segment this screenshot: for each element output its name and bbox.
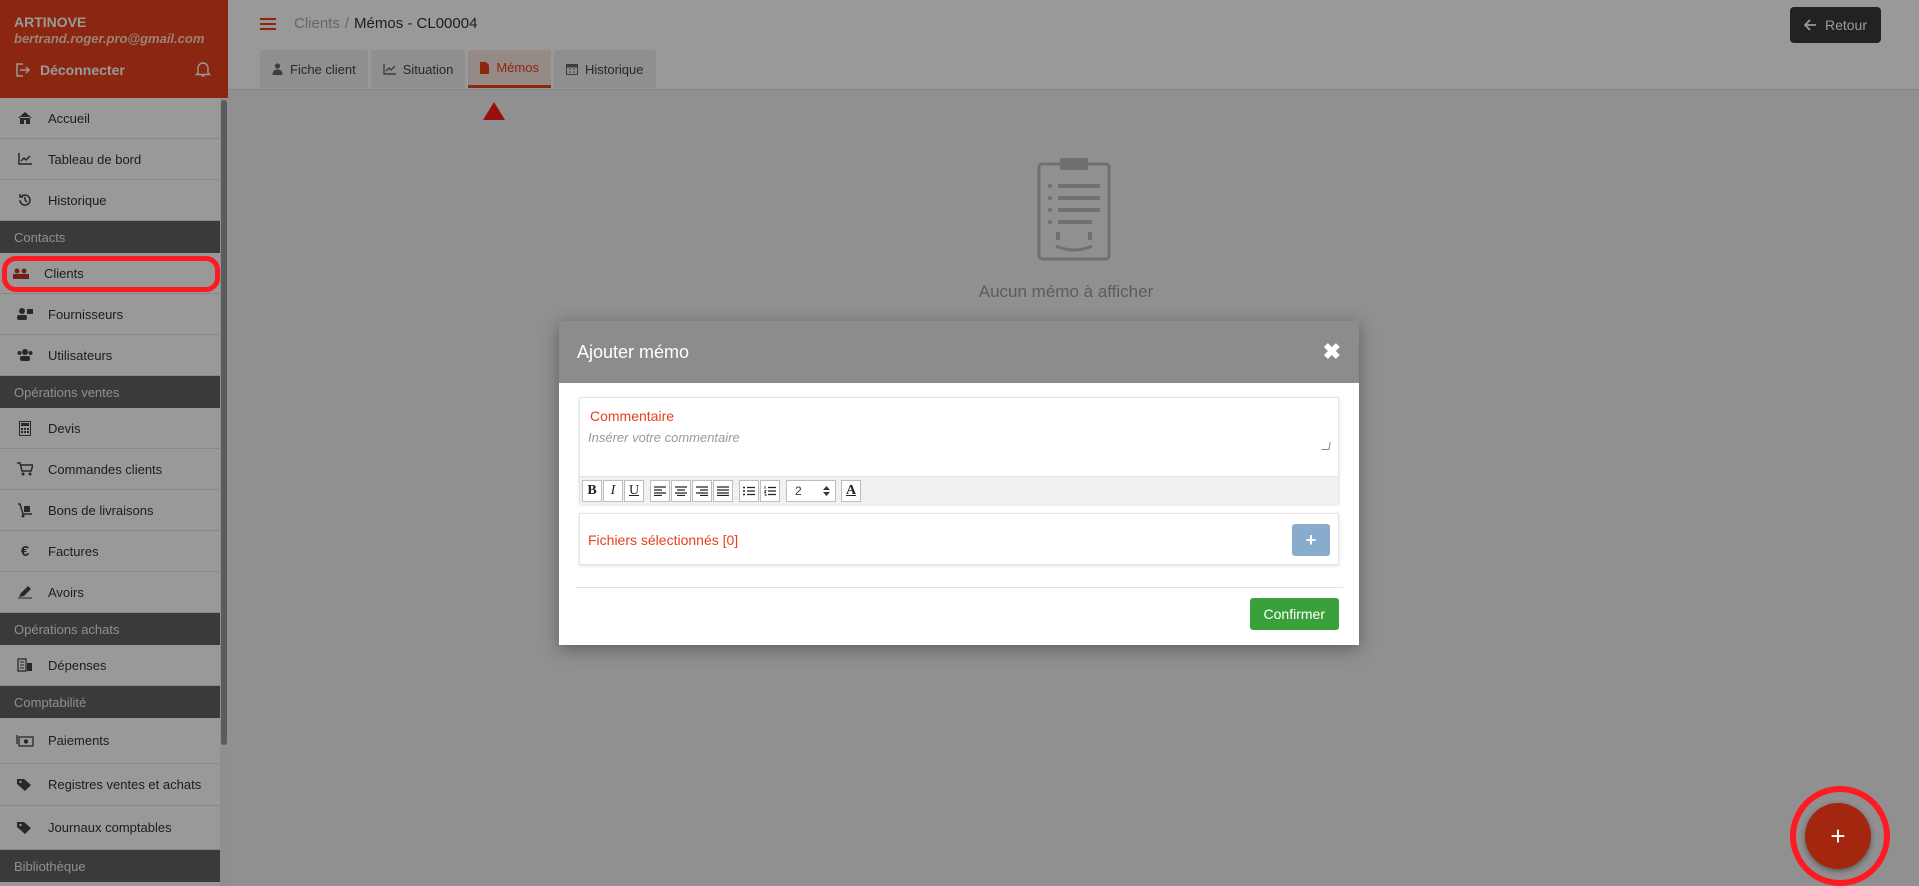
editor-toolbar: B I U 2 A	[580, 476, 1338, 504]
font-color-button[interactable]: A	[841, 479, 861, 502]
comment-label: Commentaire	[590, 408, 675, 424]
italic-button[interactable]: I	[603, 479, 623, 502]
underline-button[interactable]: U	[624, 479, 644, 502]
clients-highlight-annotation	[2, 256, 220, 292]
add-memo-modal: Ajouter mémo ✖ Commentaire B I U 2 A	[559, 321, 1359, 645]
comment-card: Commentaire B I U 2 A	[579, 397, 1339, 504]
modal-title: Ajouter mémo	[577, 341, 690, 362]
add-file-button[interactable]: +	[1292, 524, 1330, 556]
bullet-list-button[interactable]	[739, 479, 759, 502]
bullet-list-icon	[743, 486, 755, 495]
align-center-button[interactable]	[671, 479, 691, 502]
add-memo-fab-button[interactable]: +	[1805, 803, 1871, 869]
bold-button[interactable]: B	[582, 479, 602, 502]
align-right-button[interactable]	[692, 479, 712, 502]
modal-divider	[575, 587, 1343, 588]
updown-arrows-icon	[823, 485, 830, 496]
comment-textarea[interactable]	[588, 430, 1330, 452]
files-card: Fichiers sélectionnés [0] +	[579, 513, 1339, 565]
modal-header: Ajouter mémo ✖	[559, 321, 1359, 383]
numbered-list-icon	[764, 485, 776, 496]
justify-icon	[717, 485, 729, 496]
confirm-button[interactable]: Confirmer	[1249, 598, 1339, 630]
files-selected-label: Fichiers sélectionnés [0]	[588, 532, 739, 548]
resize-handle-icon[interactable]	[1321, 442, 1331, 450]
justify-button[interactable]	[713, 479, 733, 502]
align-left-icon	[654, 485, 666, 496]
align-left-button[interactable]	[650, 479, 670, 502]
font-size-value: 2	[795, 483, 802, 498]
numbered-list-button[interactable]	[760, 479, 780, 502]
align-center-icon	[675, 485, 687, 496]
close-icon[interactable]: ✖	[1323, 341, 1341, 363]
font-size-select[interactable]: 2	[786, 479, 836, 502]
align-right-icon	[696, 485, 708, 496]
